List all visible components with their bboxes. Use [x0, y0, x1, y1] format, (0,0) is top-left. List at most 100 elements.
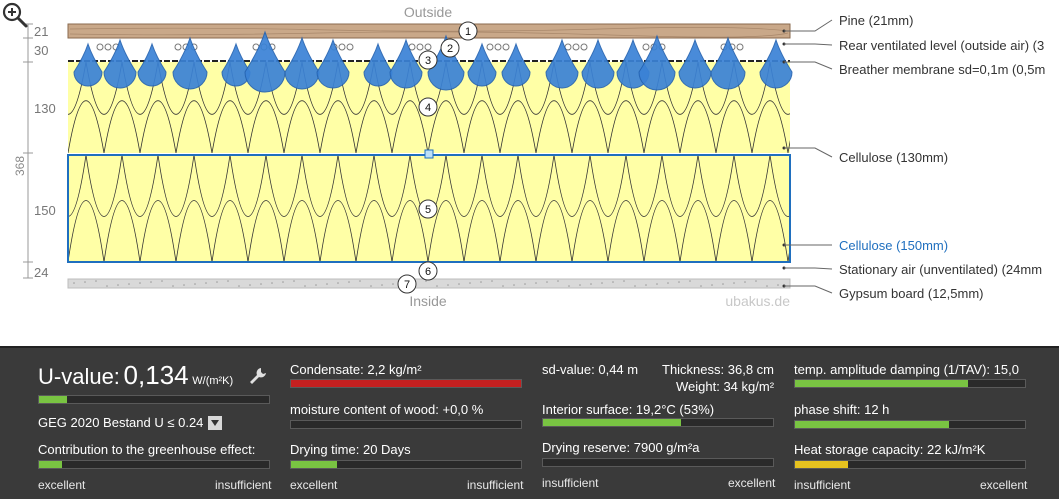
gypsum-dot	[293, 280, 295, 282]
inside-label: Inside	[409, 293, 447, 309]
scale-insufficient-right: insufficient	[794, 478, 851, 492]
air-ring	[338, 43, 346, 51]
resize-handle[interactable]	[424, 149, 434, 159]
scale-excellent-right: excellent	[980, 478, 1028, 492]
standard-dropdown-button[interactable]	[208, 416, 222, 430]
layer-label-text: Cellulose (150mm)	[839, 238, 948, 253]
dimension-ruler	[23, 23, 33, 279]
gypsum-dot	[590, 283, 592, 285]
layer-marker[interactable]: 4	[418, 97, 438, 117]
droplet-icon	[710, 36, 746, 90]
layer-label[interactable]: Gypsum board (12,5mm)	[782, 284, 984, 302]
layer-marker[interactable]: 2	[440, 38, 460, 58]
layer-marker[interactable]: 3	[418, 50, 438, 70]
temp-amplitude-label: temp. amplitude damping (1/TAV): 15,0	[794, 362, 1019, 377]
gypsum-dot	[777, 284, 779, 286]
gypsum-dot	[348, 281, 350, 283]
gypsum-dot	[502, 285, 504, 287]
air-ring	[580, 43, 588, 51]
gypsum-dot	[513, 284, 515, 286]
air-ring	[642, 43, 650, 51]
droplet-icon	[103, 38, 137, 89]
u-value-number: 0,134	[123, 360, 189, 390]
gypsum-dot	[271, 282, 273, 284]
gypsum-dot	[216, 281, 218, 283]
gypsum-dot	[282, 281, 284, 283]
gypsum-dot	[436, 285, 438, 287]
phase-shift-label: phase shift: 12 h	[794, 402, 890, 417]
air-ring	[502, 43, 510, 51]
drying-time-bar	[290, 460, 522, 469]
u-value-bar-fill	[39, 396, 67, 403]
air-ring	[416, 43, 424, 51]
air-ring	[736, 43, 744, 51]
layer-label[interactable]: Cellulose (150mm)	[782, 238, 949, 253]
gypsum-dot	[227, 280, 229, 282]
layer-marker-number: 4	[425, 102, 431, 114]
air-ring	[572, 43, 580, 51]
interior-surface-bar	[542, 418, 774, 427]
gypsum-dot	[106, 285, 108, 287]
gypsum-dot	[733, 282, 735, 284]
temp-amplitude-bar-fill	[795, 380, 968, 387]
gypsum-dot	[766, 285, 768, 287]
layer-marker[interactable]: 1	[458, 21, 478, 41]
gypsum-dot	[678, 281, 680, 283]
layer-marker-number: 3	[425, 55, 431, 67]
gypsum-dot	[656, 283, 658, 285]
layer-marker-number: 5	[425, 204, 431, 216]
gypsum-dot	[249, 284, 251, 286]
gypsum-dot	[161, 280, 163, 282]
layer-label[interactable]: Pine (21mm)	[782, 13, 914, 33]
gypsum-dot	[447, 284, 449, 286]
gypsum-dot	[205, 282, 207, 284]
layer-label[interactable]: Stationary air (unventilated) (24mm	[782, 262, 1043, 277]
interior-surface-label: Interior surface: 19,2°C (53%)	[542, 402, 715, 417]
scale-insufficient-mid: insufficient	[467, 478, 524, 492]
layer-label-text: Stationary air (unventilated) (24mm	[839, 262, 1042, 277]
u-value-display: U-value: 0,134 W/(m²K)	[38, 360, 233, 391]
dim-21: 21	[34, 24, 48, 39]
layer-label-text: Breather membrane sd=0,1m (0,5m	[839, 62, 1045, 77]
standard-select-label[interactable]: GEG 2020 Bestand U ≤ 0.24	[38, 415, 203, 430]
layer-marker-number: 7	[404, 279, 410, 291]
wall-section-diagram: 368 21 30 130 150 24 Outside Inside ubak…	[0, 0, 1059, 346]
gypsum-dot	[194, 283, 196, 285]
gypsum-dot	[612, 281, 614, 283]
droplet-icon	[363, 42, 393, 87]
droplet-icon	[467, 42, 497, 87]
air-ring	[424, 43, 432, 51]
layer-marker-number: 1	[465, 26, 471, 38]
gypsum-dot	[128, 283, 130, 285]
gypsum-dot	[744, 281, 746, 283]
scale-excellent-col3: excellent	[728, 476, 776, 490]
gypsum-dot	[535, 282, 537, 284]
u-value-label: U-value:	[38, 364, 120, 389]
droplet-icon	[172, 36, 208, 90]
droplet-icon	[678, 38, 712, 89]
layer-label[interactable]: Cellulose (130mm)	[782, 146, 949, 166]
zoom-in-icon[interactable]	[0, 0, 30, 30]
gypsum-dot	[117, 284, 119, 286]
u-value-bar	[38, 395, 270, 404]
layer-marker[interactable]: 5	[418, 199, 438, 219]
layer-marker[interactable]: 7	[397, 274, 417, 294]
drying-reserve-label: Drying reserve: 7900 g/m²a	[542, 440, 700, 455]
wood-moisture-bar	[290, 420, 522, 429]
outside-label: Outside	[404, 4, 452, 20]
wrench-icon[interactable]	[248, 366, 268, 386]
scale-insufficient-left: insufficient	[215, 478, 272, 492]
gypsum-dot	[326, 283, 328, 285]
u-value-unit: W/(m²K)	[192, 375, 234, 387]
dim-30: 30	[34, 43, 48, 58]
scale-excellent-mid: excellent	[290, 478, 338, 492]
layer-label[interactable]: Breather membrane sd=0,1m (0,5m	[782, 60, 1046, 78]
layer-label-text: Rear ventilated level (outside air) (3	[839, 38, 1044, 53]
air-ring	[494, 43, 502, 51]
droplet-icon	[759, 38, 793, 89]
watermark: ubakus.de	[725, 293, 790, 309]
layer-marker[interactable]: 6	[418, 261, 438, 281]
layer-label[interactable]: Rear ventilated level (outside air) (3	[782, 38, 1045, 53]
air-ring	[96, 43, 104, 51]
layer-label-text: Gypsum board (12,5mm)	[839, 286, 984, 301]
